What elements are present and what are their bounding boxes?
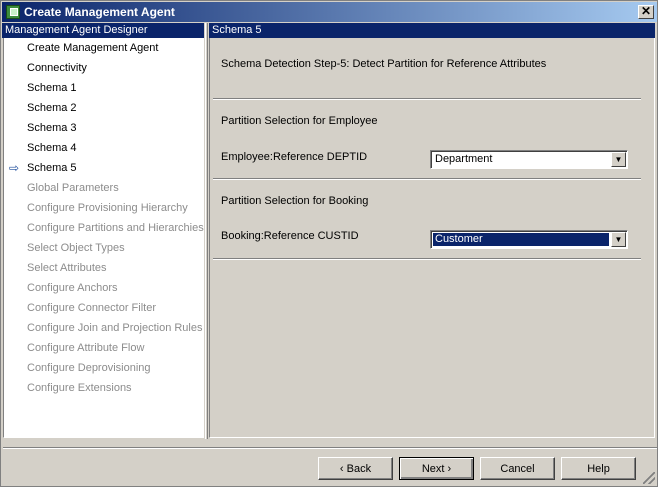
next-button[interactable]: Next › bbox=[399, 457, 474, 480]
booking-partition-select[interactable]: Customer ▼ bbox=[430, 230, 628, 249]
current-step-arrow-icon: ⇨ bbox=[9, 161, 20, 175]
nav-item-label: Configure Deprovisioning bbox=[27, 362, 151, 374]
nav-item-global-parameters: Global Parameters bbox=[4, 178, 203, 198]
nav-item-select-attributes: Select Attributes bbox=[4, 258, 203, 278]
nav-item-label: Schema 3 bbox=[27, 122, 77, 134]
back-button[interactable]: ‹ Back bbox=[318, 457, 393, 480]
employee-partition-select[interactable]: Department ▼ bbox=[430, 150, 628, 169]
step-title: Schema Detection Step-5: Detect Partitio… bbox=[221, 58, 547, 70]
resize-grip-icon[interactable] bbox=[643, 472, 655, 484]
nav-item-label: Schema 5 bbox=[27, 162, 77, 174]
nav-item-schema-5[interactable]: ⇨ Schema 5 bbox=[4, 158, 203, 178]
schema-step-panel: Schema Detection Step-5: Detect Partitio… bbox=[209, 38, 655, 438]
cancel-button[interactable]: Cancel bbox=[480, 457, 555, 480]
nav-item-configure-extensions: Configure Extensions bbox=[4, 378, 203, 398]
nav-item-label: Configure Extensions bbox=[27, 382, 132, 394]
right-panel-header: Schema 5 bbox=[209, 23, 655, 38]
nav-item-label: Schema 2 bbox=[27, 102, 77, 114]
nav-item-schema-1[interactable]: Schema 1 bbox=[4, 78, 203, 98]
nav-item-schema-4[interactable]: Schema 4 bbox=[4, 138, 203, 158]
nav-item-label: Configure Provisioning Hierarchy bbox=[27, 202, 188, 214]
create-management-agent-window: Create Management Agent ✕ Management Age… bbox=[0, 0, 658, 487]
nav-item-label: Select Object Types bbox=[27, 242, 125, 254]
nav-item-label: Configure Attribute Flow bbox=[27, 342, 145, 354]
footer-separator bbox=[3, 447, 657, 449]
nav-item-configure-join-and-projection-rules: Configure Join and Projection Rules bbox=[4, 318, 203, 338]
nav-item-label: Create Management Agent bbox=[27, 42, 159, 54]
title-bar[interactable]: Create Management Agent ✕ bbox=[2, 2, 657, 22]
chevron-down-icon: ▼ bbox=[614, 235, 623, 244]
nav-item-configure-deprovisioning: Configure Deprovisioning bbox=[4, 358, 203, 378]
nav-item-connectivity[interactable]: Connectivity bbox=[4, 58, 203, 78]
close-button[interactable]: ✕ bbox=[638, 5, 654, 19]
separator bbox=[213, 178, 641, 180]
nav-item-create-management-agent[interactable]: Create Management Agent bbox=[4, 38, 203, 58]
app-icon bbox=[6, 5, 20, 19]
designer-steps-list: Create Management Agent Connectivity Schem… bbox=[3, 38, 204, 438]
nav-item-configure-provisioning-hierarchy: Configure Provisioning Hierarchy bbox=[4, 198, 203, 218]
nav-item-label: Select Attributes bbox=[27, 262, 107, 274]
nav-item-configure-anchors: Configure Anchors bbox=[4, 278, 203, 298]
nav-item-label: Configure Anchors bbox=[27, 282, 118, 294]
chevron-down-icon: ▼ bbox=[614, 155, 623, 164]
separator bbox=[213, 98, 641, 100]
booking-partition-value: Customer bbox=[433, 233, 609, 246]
window-title: Create Management Agent bbox=[24, 5, 175, 19]
nav-item-label: Connectivity bbox=[27, 62, 87, 74]
dropdown-button[interactable]: ▼ bbox=[611, 152, 626, 167]
nav-item-label: Configure Join and Projection Rules bbox=[27, 322, 203, 334]
nav-item-label: Schema 1 bbox=[27, 82, 77, 94]
employee-field-label: Employee:Reference DEPTID bbox=[221, 151, 368, 163]
close-icon: ✕ bbox=[640, 4, 652, 18]
nav-item-label: Global Parameters bbox=[27, 182, 119, 194]
nav-item-label: Schema 4 bbox=[27, 142, 77, 154]
left-panel-header: Management Agent Designer bbox=[2, 23, 204, 38]
employee-section-title: Partition Selection for Employee bbox=[221, 115, 378, 127]
separator bbox=[213, 258, 641, 260]
employee-partition-value: Department bbox=[435, 153, 493, 165]
nav-list: Create Management Agent Connectivity Schem… bbox=[4, 38, 204, 398]
nav-item-configure-partitions-and-hierarchies: Configure Partitions and Hierarchies bbox=[4, 218, 204, 238]
nav-item-schema-3[interactable]: Schema 3 bbox=[4, 118, 203, 138]
nav-item-configure-connector-filter: Configure Connector Filter bbox=[4, 298, 203, 318]
nav-item-select-object-types: Select Object Types bbox=[4, 238, 203, 258]
booking-section-title: Partition Selection for Booking bbox=[221, 195, 369, 207]
nav-item-label: Configure Partitions and Hierarchies bbox=[27, 222, 204, 234]
nav-item-label: Configure Connector Filter bbox=[27, 302, 157, 314]
nav-item-configure-attribute-flow: Configure Attribute Flow bbox=[4, 338, 203, 358]
help-button[interactable]: Help bbox=[561, 457, 636, 480]
panel-splitter[interactable] bbox=[205, 23, 208, 439]
dropdown-button[interactable]: ▼ bbox=[611, 232, 626, 247]
booking-field-label: Booking:Reference CUSTID bbox=[221, 230, 359, 242]
nav-item-schema-2[interactable]: Schema 2 bbox=[4, 98, 203, 118]
